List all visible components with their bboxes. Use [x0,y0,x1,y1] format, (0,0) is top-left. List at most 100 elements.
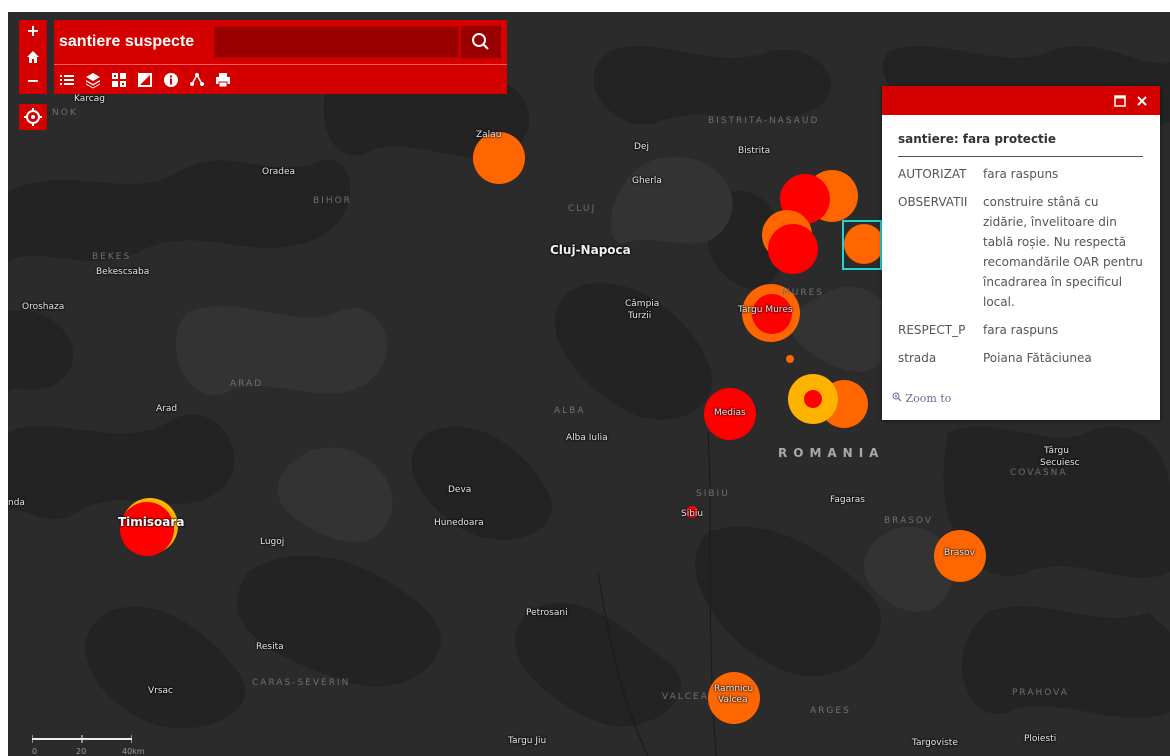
attribute-key: RESPECT_P [898,323,966,337]
app-title: santiere suspecte [59,33,195,50]
region-label: NOK [52,108,78,118]
city-label: Dej [634,142,649,152]
city-label: Oroshaza [22,302,65,312]
zoom-out-button[interactable]: − [19,70,47,92]
city-label: Resita [256,642,284,652]
city-label: Alba Iulia [566,433,608,443]
basemap-gallery-icon [112,73,126,87]
locate-icon [24,108,42,126]
city-label: Lugoj [260,537,285,547]
city-label: nda [8,498,25,508]
city-label: Bistrita [738,146,771,156]
list-icon [60,75,74,85]
city-label: Sibiu [681,509,704,519]
zoom-to-link[interactable]: Zoom to [892,392,951,405]
region-label: PRAHOVA [1012,688,1069,698]
header-divider [54,64,507,65]
search-button[interactable] [460,26,501,58]
measure-tool-button[interactable] [188,71,206,89]
about-tool-button[interactable] [162,71,180,89]
scale-label: 20 [76,747,87,756]
region-label: MURES [782,288,825,298]
city-label: Fagaras [830,495,865,505]
city-label: Hunedoara [434,518,484,528]
city-label: Vrsac [148,686,174,696]
scale-label: 0 [32,747,38,756]
city-label: Timisoara [118,515,185,529]
city-label: Cluj-Napoca [550,243,631,257]
city-label: Brasov [944,548,975,558]
maximize-icon[interactable] [1114,95,1126,107]
layers-icon [86,73,100,89]
city-label: Petrosani [526,608,568,618]
map-frame[interactable]: BISTRITA-NASAUD BIHOR CLUJ BEKES ARAD AL… [8,12,1170,756]
attribute-key: strada [898,351,937,365]
region-label: SIBIU [696,489,730,499]
print-tool-button[interactable] [214,71,232,89]
attribute-row: strada Poiana Fătăciunea [898,348,1148,368]
city-label: Targoviste [912,738,958,748]
attribute-row: OBSERVATII construire stână cu zidărie, … [898,192,1148,312]
list-tool-button[interactable] [58,71,76,89]
scale-bar: 0 20 40km [31,728,145,756]
scale-label: 40km [122,747,145,756]
popup-titlebar [882,86,1160,115]
city-label: Secuiesc [1040,458,1080,468]
home-icon [27,51,39,63]
zoom-in-button[interactable]: + [19,20,47,42]
attribute-row: AUTORIZAT fara raspuns [898,164,1148,184]
region-label: BEKES [92,252,132,262]
search-box[interactable] [214,26,459,58]
city-label: Targu Jiu [508,736,547,746]
popup-attributes[interactable]: AUTORIZAT fara raspuns OBSERVATII constr… [898,164,1148,384]
region-label: BRASOV [884,516,934,526]
zoom-to-icon [892,392,902,402]
legend-icon [138,73,152,87]
attribute-value: fara raspuns [983,323,1059,337]
marker-red[interactable] [768,224,818,274]
region-label: BISTRITA-NASAUD [708,116,820,126]
city-label: Arad [156,404,178,414]
city-label: Targu Mures [738,305,793,315]
marker-orange-small[interactable] [786,355,794,363]
attribute-row: RESPECT_P fara raspuns [898,320,1148,340]
close-icon[interactable] [1136,95,1148,107]
marker-red[interactable] [120,502,174,556]
city-label: Valcea [718,695,748,705]
city-label: Oradea [262,167,296,177]
city-label: Târgu [1044,446,1069,456]
feature-popup: santiere: fara protectie AUTORIZAT fara … [882,86,1160,420]
region-label: VALCEA [662,692,709,702]
home-button[interactable] [19,46,47,68]
popup-title: santiere: fara protectie [898,132,1057,146]
attribute-key: AUTORIZAT [898,167,967,181]
attribute-value: fara raspuns [983,167,1059,181]
region-label: ALBA [554,406,586,416]
zoom-to-label[interactable]: Zoom to [906,392,952,405]
city-label: Gherla [632,176,662,186]
city-label: Ramnicu [714,684,754,694]
region-label: ARAD [230,379,264,389]
search-input[interactable] [215,27,459,55]
city-label: Deva [448,485,472,495]
attribute-key: OBSERVATII [898,195,968,209]
measure-icon [190,73,204,86]
country-label: ROMANIA [778,446,885,460]
popup-divider [898,156,1143,157]
region-label: CARAS-SEVERIN [252,678,351,688]
zoom-controls: + − [19,20,47,94]
region-label: CLUJ [568,204,597,214]
city-label: Ploiesti [1024,734,1057,744]
region-label: BIHOR [313,196,352,206]
marker-red-small[interactable] [804,390,822,408]
city-label: Câmpia [625,299,660,309]
city-label: Turzii [628,311,652,321]
city-label: Zalau [476,130,502,140]
print-icon [216,73,230,88]
app-header: santiere suspecte [54,20,507,94]
basemap-gallery-button[interactable] [110,71,128,89]
region-label: COVASNA [1010,468,1068,478]
locate-button[interactable] [19,104,47,130]
layers-tool-button[interactable] [84,71,102,89]
legend-tool-button[interactable] [136,71,154,89]
